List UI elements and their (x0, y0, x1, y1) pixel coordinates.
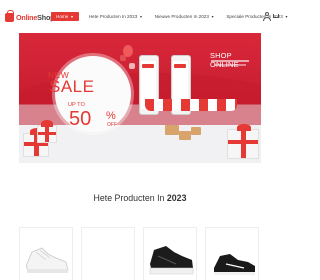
lantern-decoration (120, 55, 126, 61)
chevron-down-icon: ▼ (284, 14, 289, 19)
user-icon[interactable] (263, 12, 271, 21)
black-running-shoe-image (214, 254, 255, 275)
gift-box-right (227, 124, 259, 159)
parcel-icon (179, 131, 191, 140)
chevron-down-icon: ▼ (70, 14, 74, 19)
section-title: Hete Producten In 2023 (93, 193, 187, 203)
nav-item-home[interactable]: Home ▼ (51, 12, 79, 21)
nav-item-hete-producten[interactable]: Hete Producten In 2023 ▼ (89, 14, 143, 19)
nav-label: Hete Producten In 2023 (88, 14, 138, 19)
product-card[interactable] (19, 227, 73, 280)
cart-icon[interactable] (272, 12, 280, 20)
nav-item-nieuwe-producten[interactable]: Nieuwe Producten In 2023 ▼ (155, 14, 215, 19)
nav-label: Home (56, 14, 69, 19)
white-sneaker-image (25, 247, 69, 273)
shopping-bag-icon (5, 9, 14, 22)
product-card[interactable] (143, 227, 197, 280)
gift-box-left (37, 120, 57, 143)
parcel-icon (191, 127, 201, 135)
store-awning (145, 99, 237, 111)
nav-label: Nieuwe Producten In 2023 (154, 14, 209, 19)
logo-text: OnlineShop (16, 12, 55, 22)
product-card[interactable] (205, 227, 259, 280)
sale-text: SALE (49, 77, 95, 96)
sale-percent-sign: % (106, 110, 116, 122)
sale-percent: 50 (69, 108, 92, 130)
sale-off-text: OFF (107, 122, 117, 128)
lantern-decoration (129, 63, 135, 69)
site-header: OnlineShop Home ▼ Hete Producten In 2023 ▼… (0, 0, 288, 34)
hero-banner[interactable]: NEW SALE UP TO 50 % OFF SHOP ONLINE (19, 33, 261, 163)
chevron-down-icon: ▼ (139, 14, 143, 19)
parcel-icon (165, 125, 179, 135)
black-sneaker-image (149, 246, 194, 275)
chevron-down-icon: ▼ (210, 14, 215, 19)
logo[interactable]: OnlineShop (5, 9, 55, 24)
product-card[interactable] (81, 227, 135, 280)
